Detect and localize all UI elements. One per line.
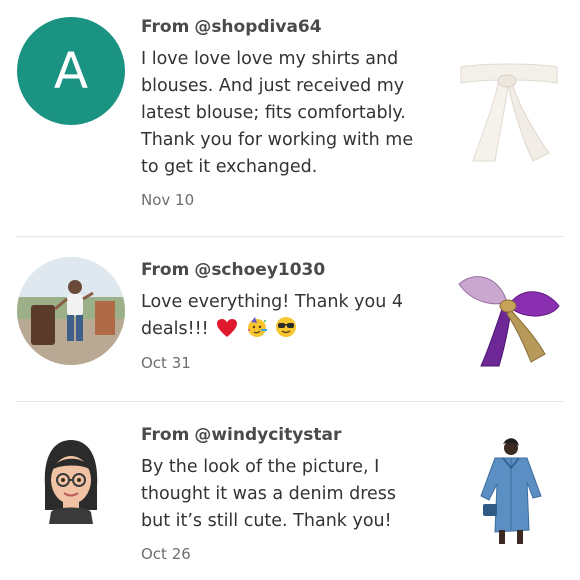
review-text-block: Love everything! Thank you 4 deals!!! bbox=[141, 289, 431, 347]
product-thumbnail-white-belt[interactable] bbox=[455, 57, 563, 165]
username-link[interactable]: @windycitystar bbox=[194, 425, 341, 445]
purple-silk-scarf-image bbox=[455, 262, 563, 370]
avatar[interactable] bbox=[17, 257, 125, 365]
username-link[interactable]: @schoey1030 bbox=[194, 260, 325, 280]
review-author: From @schoey1030 bbox=[141, 259, 436, 281]
user-photo bbox=[17, 257, 125, 365]
review-date: Oct 26 bbox=[141, 545, 191, 563]
review-content: From @windycitystar By the look of the pi… bbox=[141, 424, 436, 564]
review-author: From @shopdiva64 bbox=[141, 16, 436, 38]
review-text: Love everything! Thank you 4 deals!!! bbox=[141, 292, 404, 339]
review-author: From @windycitystar bbox=[141, 424, 436, 446]
username-link[interactable]: @shopdiva64 bbox=[194, 17, 321, 37]
avatar[interactable]: A bbox=[17, 17, 125, 125]
sunglasses-face-emoji bbox=[275, 316, 297, 347]
memoji-avatar bbox=[17, 424, 125, 532]
from-label: From bbox=[141, 425, 190, 445]
review-content: From @shopdiva64 I love love love my shir… bbox=[141, 16, 436, 210]
white-tie-belt-image bbox=[455, 57, 563, 165]
from-label: From bbox=[141, 260, 190, 280]
red-heart-emoji bbox=[216, 318, 238, 347]
review-content: From @schoey1030 Love everything! Thank y… bbox=[141, 259, 436, 373]
product-thumbnail-silk-scarf[interactable] bbox=[455, 262, 563, 370]
review-text: I love love love my shirts and blouses. … bbox=[141, 49, 414, 177]
product-thumbnail-denim-dress[interactable] bbox=[455, 438, 563, 546]
review-text: By the look of the picture, I thought it… bbox=[141, 457, 397, 531]
avatar[interactable] bbox=[17, 424, 125, 532]
review-feed: A From @shopdiva64 I love love love my sh… bbox=[0, 0, 580, 580]
divider bbox=[16, 236, 564, 237]
divider bbox=[16, 401, 564, 402]
review-date: Nov 10 bbox=[141, 191, 195, 209]
denim-shirt-dress-image bbox=[455, 438, 563, 546]
party-face-emoji bbox=[246, 316, 268, 347]
review-date: Oct 31 bbox=[141, 354, 191, 372]
from-label: From bbox=[141, 17, 190, 37]
